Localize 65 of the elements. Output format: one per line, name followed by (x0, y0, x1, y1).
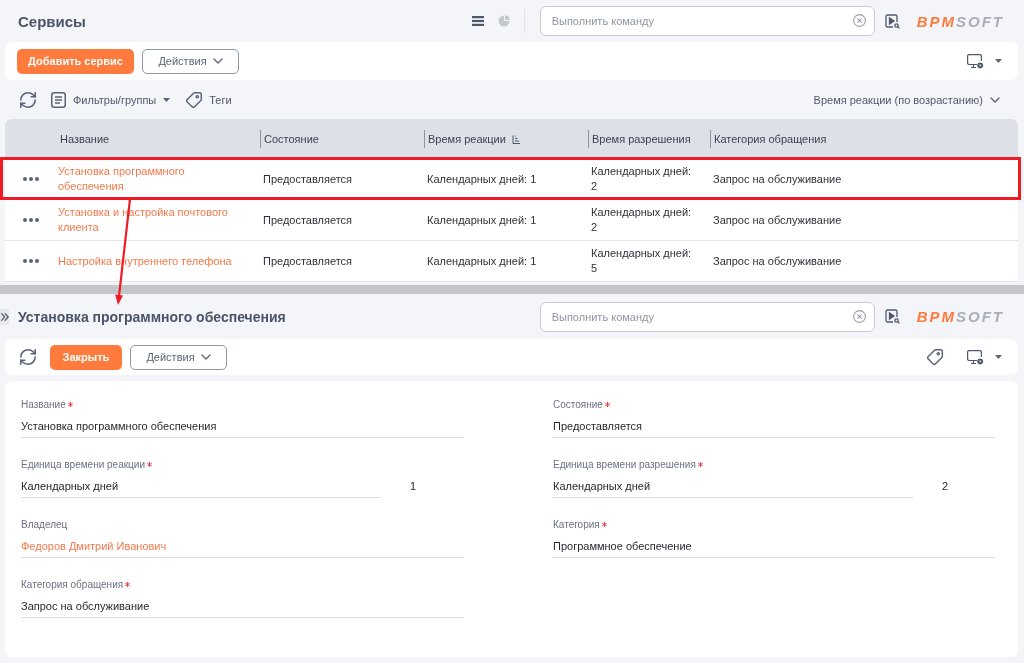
text-field[interactable]: Программное обеспечение (553, 534, 995, 558)
table-cell-text: Календарных дней: 5 (591, 246, 693, 276)
play-search-icon[interactable] (884, 309, 900, 324)
brand-logo: BPMSOFT (916, 308, 1004, 325)
table-cell: Запрос на обслуживание (713, 253, 842, 269)
field-label: Единица времени реакции (21, 458, 145, 470)
caret-icon[interactable] (995, 355, 1002, 359)
field-label: Категория (553, 518, 600, 530)
chevron-down-icon (200, 354, 211, 360)
refresh-icon[interactable] (20, 349, 36, 365)
amount-value[interactable]: 2 (942, 480, 949, 492)
table-cell: Предоставляется (263, 212, 353, 228)
chevrons-right-icon (0, 312, 9, 321)
text-field[interactable]: Запрос на обслуживание (21, 594, 463, 618)
column-header[interactable]: Состояние (260, 130, 424, 148)
unit-select-field[interactable]: Календарных дней (553, 474, 913, 498)
filter-list-icon (51, 91, 66, 108)
more-icon[interactable] (23, 177, 39, 181)
field-label: Категория обращения (21, 578, 124, 590)
caret-icon (163, 97, 171, 102)
command-search-field[interactable]: Выполнить команду (539, 301, 875, 332)
chevron-down-icon (212, 58, 223, 64)
refresh-icon[interactable] (20, 91, 36, 108)
unit-select-field[interactable]: Календарных дней (21, 474, 381, 498)
tag-icon[interactable] (927, 349, 943, 365)
list-view-icon[interactable] (471, 16, 484, 26)
chevron-down-icon (990, 96, 1000, 103)
table-cell-text: Календарных дней: 2 (591, 164, 693, 194)
table-cell: Календарных дней: 1 (427, 212, 537, 228)
filters-dropdown[interactable]: Фильтры/группы (51, 91, 171, 108)
column-header[interactable]: Название (55, 130, 260, 148)
table-cell: Календарных дней: 1 (427, 171, 537, 187)
command-search-field[interactable]: Выполнить команду (539, 6, 875, 36)
field-label: Единица времени разрешения (553, 458, 696, 470)
monitor-settings-icon[interactable] (967, 349, 984, 365)
field-label: Название (21, 398, 66, 410)
table-cell: Запрос на обслуживание (713, 171, 842, 187)
field-label: Владелец (21, 518, 68, 530)
actions-button[interactable]: Действия (142, 48, 239, 74)
page-title: Сервисы (18, 12, 86, 30)
field-label: Состояние (553, 398, 603, 410)
brand-logo: BPMSOFT (916, 12, 1004, 30)
play-search-icon[interactable] (884, 13, 900, 29)
table-cell: Предоставляется (263, 171, 353, 187)
table-cell-text: Календарных дней: 2 (591, 205, 693, 235)
column-header[interactable]: Время реакции (424, 130, 588, 148)
monitor-settings-icon[interactable] (967, 53, 984, 69)
more-icon[interactable] (23, 218, 39, 222)
table-cell: Календарных дней: 1 (427, 253, 537, 269)
sort-icon[interactable] (511, 134, 520, 144)
record-title: Установка программного обеспечения (18, 308, 286, 325)
table-cell: Запрос на обслуживание (713, 212, 842, 228)
collapse-toggle[interactable] (0, 308, 9, 325)
tags-button[interactable]: Теги (186, 91, 232, 108)
more-icon[interactable] (23, 259, 39, 263)
text-field[interactable]: Установка программного обеспечения (21, 414, 463, 438)
table-cell: Предоставляется (263, 253, 353, 269)
tag-icon (186, 91, 203, 108)
sort-dropdown[interactable]: Время реакции (по возрастанию) (813, 93, 1000, 106)
column-header[interactable]: Время разрешения (588, 130, 710, 148)
text-field[interactable]: Предоставляется (553, 414, 995, 438)
amount-value[interactable]: 1 (410, 480, 417, 492)
column-header[interactable]: Категория обращения (710, 130, 1018, 148)
actions-button[interactable]: Действия (130, 344, 227, 370)
caret-icon[interactable] (995, 59, 1002, 63)
